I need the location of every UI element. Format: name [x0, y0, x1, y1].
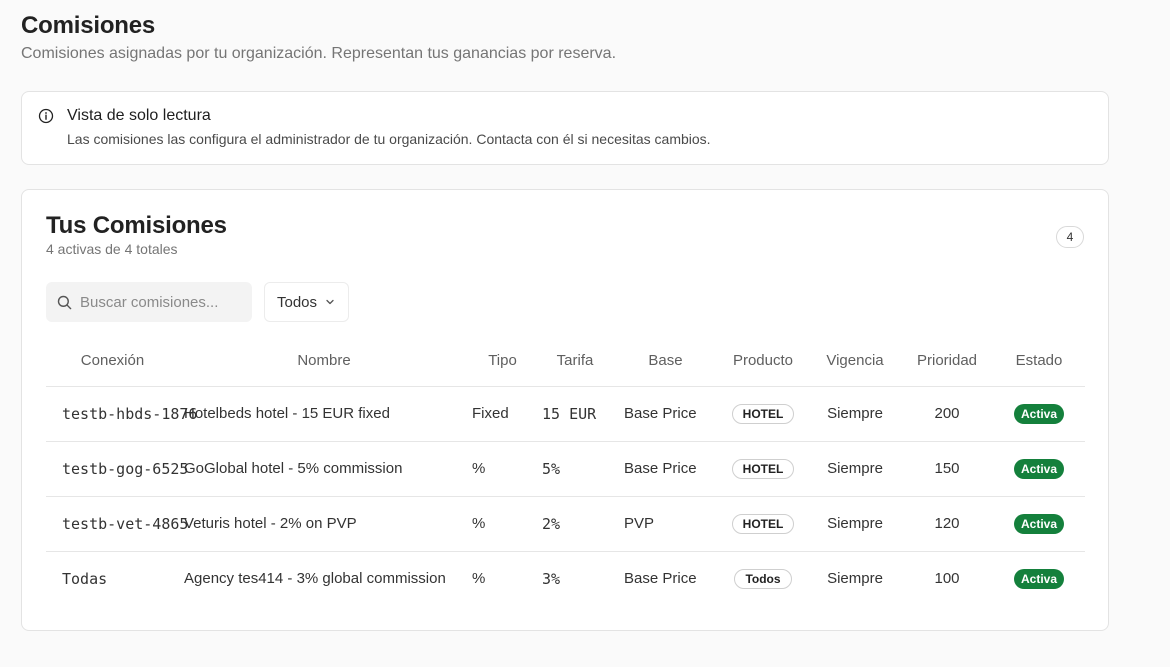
- cell-tipo: %: [472, 570, 486, 588]
- cell-conexion: testb-hbds-1876: [46, 386, 197, 442]
- cell-estado: Activa: [993, 386, 1085, 442]
- filter-dropdown[interactable]: Todos: [264, 282, 349, 322]
- cell-vigencia: Siempre: [827, 570, 883, 588]
- cell-estado: Activa: [993, 441, 1085, 497]
- table-row[interactable]: Todas Agency tes414 - 3% global commissi…: [46, 551, 1085, 606]
- search-input[interactable]: [80, 293, 240, 311]
- commissions-card: Tus Comisiones 4 activas de 4 totales 4 …: [21, 189, 1109, 631]
- status-badge: Activa: [1013, 403, 1065, 424]
- count-badge: 4: [1056, 226, 1084, 248]
- cell-tarifa: 2%: [536, 496, 614, 552]
- column-header-tipo[interactable]: Tipo: [469, 336, 536, 387]
- status-badge: Activa: [1013, 458, 1065, 479]
- page-subtitle: Comisiones asignadas por tu organización…: [21, 45, 617, 62]
- table-row[interactable]: testb-hbds-1876 Hotelbeds hotel - 15 EUR…: [46, 386, 1085, 442]
- cell-base: Base Price: [614, 441, 717, 497]
- column-header-nombre[interactable]: Nombre: [179, 336, 469, 387]
- cell-prioridad: 120: [901, 496, 993, 552]
- table-header-row: Conexión Nombre Tipo Tarifa Base Product…: [46, 336, 1085, 387]
- status-badge: Activa: [1013, 568, 1065, 589]
- card-subtitle: 4 activas de 4 totales: [46, 241, 178, 257]
- cell-prioridad: 150: [901, 441, 993, 497]
- product-badge: HOTEL: [731, 403, 795, 424]
- cell-base: Base Price: [614, 386, 717, 442]
- cell-base: Base Price: [624, 570, 697, 588]
- column-header-tarifa[interactable]: Tarifa: [536, 336, 614, 387]
- cell-prioridad: 200: [901, 386, 993, 442]
- cell-conexion: testb-vet-4865: [46, 496, 188, 552]
- cell-conexion: Todas: [62, 569, 108, 588]
- table-row[interactable]: testb-vet-4865 Veturis hotel - 2% on PVP…: [46, 496, 1085, 552]
- cell-tipo: Fixed: [469, 386, 536, 442]
- cell-producto: HOTEL: [717, 496, 809, 552]
- column-header-producto[interactable]: Producto: [717, 336, 809, 387]
- cell-tarifa: 5%: [536, 441, 614, 497]
- filter-value: Todos: [277, 293, 318, 311]
- cell-prioridad: 100: [934, 570, 960, 588]
- cell-tarifa: 3%: [542, 569, 561, 588]
- column-header-conexion[interactable]: Conexión: [46, 336, 179, 387]
- product-badge: HOTEL: [731, 458, 795, 479]
- card-title: Tus Comisiones: [46, 212, 227, 239]
- cell-estado: Activa: [993, 551, 1085, 606]
- cell-estado: Activa: [993, 496, 1085, 552]
- cell-vigencia: Siempre: [809, 386, 901, 442]
- cell-nombre: GoGlobal hotel - 5% commission: [179, 441, 469, 497]
- cell-tipo: %: [469, 441, 536, 497]
- product-badge: HOTEL: [731, 513, 795, 534]
- notice-title: Vista de solo lectura: [67, 107, 211, 124]
- cell-nombre: Veturis hotel - 2% on PVP: [179, 496, 469, 552]
- read-only-notice: Vista de solo lectura Las comisiones las…: [21, 91, 1109, 165]
- info-icon: [38, 108, 54, 124]
- cell-nombre: Agency tes414 - 3% global commission: [184, 570, 446, 588]
- cell-vigencia: Siempre: [809, 441, 901, 497]
- cell-producto: HOTEL: [717, 386, 809, 442]
- notice-text: Las comisiones las configura el administ…: [67, 131, 711, 147]
- column-header-estado[interactable]: Estado: [993, 336, 1085, 387]
- cell-conexion: testb-gog-6525: [46, 441, 188, 497]
- cell-tarifa: 15 EUR: [536, 386, 614, 442]
- table-row[interactable]: testb-gog-6525 GoGlobal hotel - 5% commi…: [46, 441, 1085, 497]
- status-badge: Activa: [1013, 513, 1065, 534]
- cell-nombre: Hotelbeds hotel - 15 EUR fixed: [179, 386, 469, 442]
- search-icon: [57, 295, 72, 309]
- cell-base: PVP: [614, 496, 717, 552]
- cell-vigencia: Siempre: [809, 496, 901, 552]
- cell-producto: Todos: [717, 551, 809, 606]
- search-box[interactable]: [46, 282, 252, 322]
- chevron-down-icon: [326, 299, 334, 305]
- page-title: Comisiones: [21, 12, 156, 39]
- column-header-vigencia[interactable]: Vigencia: [809, 336, 901, 387]
- product-badge: Todos: [734, 568, 792, 589]
- cell-tipo: %: [469, 496, 536, 552]
- commissions-table: Conexión Nombre Tipo Tarifa Base Product…: [46, 336, 1085, 606]
- column-header-base[interactable]: Base: [614, 336, 717, 387]
- column-header-prioridad[interactable]: Prioridad: [901, 336, 993, 387]
- cell-producto: HOTEL: [717, 441, 809, 497]
